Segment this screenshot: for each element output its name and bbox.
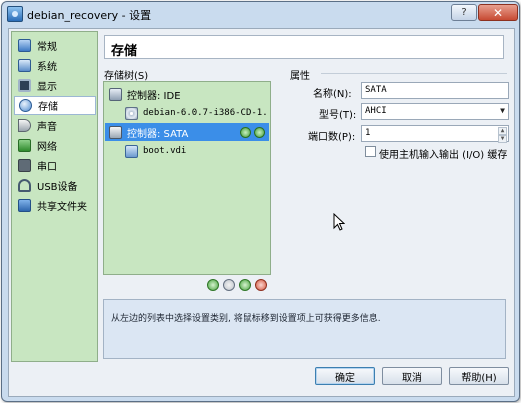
port-count-label: 端口数(P): bbox=[308, 132, 356, 143]
window-title: debian_recovery - 设置 bbox=[27, 9, 152, 22]
dialog-body: 常规 系统 显示 存储 声音 网络 串口 USB设备 共享文件夹 存储 存储树(… bbox=[8, 28, 515, 397]
add-attachment-icon[interactable] bbox=[239, 279, 251, 291]
usb-icon bbox=[18, 179, 31, 192]
sata-controller-icon bbox=[109, 125, 122, 139]
ide-controller-icon bbox=[109, 87, 122, 101]
sidebar-item-label: 串口 bbox=[37, 162, 57, 173]
sidebar-item-serial-ports[interactable]: 串口 bbox=[14, 156, 96, 175]
cd-disk-icon bbox=[125, 106, 138, 120]
tree-row-cd-image[interactable]: debian-6.0.7-i386-CD-1.... bbox=[105, 104, 269, 122]
add-controller-icon[interactable] bbox=[207, 279, 219, 291]
sidebar-item-label: 系统 bbox=[37, 62, 57, 73]
tree-row-ide-controller[interactable]: 控制器: IDE bbox=[105, 85, 269, 103]
virtualbox-icon bbox=[7, 6, 23, 22]
sidebar-item-system[interactable]: 系统 bbox=[14, 56, 96, 75]
storage-tree-toolbar bbox=[207, 279, 267, 291]
name-label: 名称(N): bbox=[313, 89, 352, 100]
port-count-spinbox[interactable]: 1 ▲ ▼ bbox=[361, 125, 509, 143]
title-bar: debian_recovery - 设置 ? ✕ bbox=[2, 2, 519, 26]
tree-row-hard-disk[interactable]: boot.vdi bbox=[105, 142, 269, 160]
sidebar-item-label: 共享文件夹 bbox=[37, 202, 87, 213]
attributes-divider bbox=[321, 73, 507, 74]
chevron-down-icon: ▼ bbox=[500, 106, 505, 115]
network-icon bbox=[18, 139, 31, 152]
ok-button[interactable]: 确定 bbox=[315, 367, 375, 385]
sidebar-item-label: 网络 bbox=[37, 142, 57, 153]
add-cd-attachment-icon[interactable] bbox=[240, 126, 251, 138]
attributes-label: 属性 bbox=[290, 71, 310, 82]
sidebar-item-label: USB设备 bbox=[37, 182, 78, 193]
serial-port-icon bbox=[18, 159, 31, 172]
spin-up-icon[interactable]: ▲ bbox=[498, 127, 507, 135]
page-title: 存储 bbox=[111, 44, 138, 59]
sidebar-item-audio[interactable]: 声音 bbox=[14, 116, 96, 135]
host-io-cache-checkbox[interactable] bbox=[365, 146, 376, 157]
help-title-button[interactable]: ? bbox=[451, 4, 477, 21]
sidebar-item-network[interactable]: 网络 bbox=[14, 136, 96, 155]
remove-attachment-icon[interactable] bbox=[255, 279, 267, 291]
cancel-button[interactable]: 取消 bbox=[382, 367, 442, 385]
sidebar-item-usb[interactable]: USB设备 bbox=[14, 176, 96, 195]
info-panel: 从左边的列表中选择设置类别, 将鼠标移到设置项上可获得更多信息. bbox=[103, 299, 506, 359]
close-button[interactable]: ✕ bbox=[478, 4, 518, 21]
display-icon bbox=[18, 79, 31, 92]
sidebar-item-shared-folders[interactable]: 共享文件夹 bbox=[14, 196, 96, 215]
type-select[interactable]: AHCI ▼ bbox=[361, 103, 509, 120]
name-field[interactable]: SATA bbox=[361, 82, 509, 99]
tree-row-label: debian-6.0.7-i386-CD-1.... bbox=[143, 108, 269, 118]
system-icon bbox=[18, 59, 31, 72]
tree-row-label: 控制器: SATA bbox=[127, 128, 189, 140]
tree-row-label: 控制器: IDE bbox=[127, 90, 181, 102]
sidebar-item-label: 常规 bbox=[37, 42, 57, 53]
settings-window: debian_recovery - 设置 ? ✕ 常规 系统 显示 存储 声音 … bbox=[1, 1, 520, 402]
tree-row-label: boot.vdi bbox=[143, 146, 187, 156]
remove-controller-icon[interactable] bbox=[223, 279, 235, 291]
hard-disk-icon bbox=[125, 144, 138, 158]
storage-tree-label: 存储树(S) bbox=[104, 71, 149, 82]
storage-icon bbox=[19, 99, 32, 112]
sidebar-item-label: 存储 bbox=[38, 102, 58, 113]
sidebar-item-display[interactable]: 显示 bbox=[14, 76, 96, 95]
add-hard-disk-attachment-icon[interactable] bbox=[254, 126, 265, 138]
info-text: 从左边的列表中选择设置类别, 将鼠标移到设置项上可获得更多信息. bbox=[111, 314, 381, 324]
host-io-cache-label: 使用主机输入输出 (I/O) 缓存 bbox=[379, 150, 508, 161]
sidebar-item-label: 声音 bbox=[37, 122, 57, 133]
spin-arrows[interactable]: ▲ ▼ bbox=[498, 127, 507, 143]
settings-sidebar: 常规 系统 显示 存储 声音 网络 串口 USB设备 共享文件夹 bbox=[11, 31, 98, 362]
storage-tree[interactable]: 控制器: IDE debian-6.0.7-i386-CD-1.... 控制器:… bbox=[103, 81, 271, 275]
type-select-value: AHCI bbox=[365, 106, 387, 116]
sidebar-item-storage[interactable]: 存储 bbox=[14, 96, 96, 115]
general-icon bbox=[18, 39, 31, 52]
audio-icon bbox=[18, 119, 31, 132]
sidebar-item-general[interactable]: 常规 bbox=[14, 36, 96, 55]
type-label: 型号(T): bbox=[319, 110, 357, 121]
tree-row-sata-controller[interactable]: 控制器: SATA bbox=[105, 123, 269, 141]
page-header: 存储 bbox=[104, 35, 504, 59]
sidebar-item-label: 显示 bbox=[37, 82, 57, 93]
shared-folder-icon bbox=[18, 199, 31, 212]
port-count-value: 1 bbox=[365, 128, 371, 138]
spin-down-icon[interactable]: ▼ bbox=[498, 135, 507, 143]
help-button[interactable]: 帮助(H) bbox=[449, 367, 509, 385]
